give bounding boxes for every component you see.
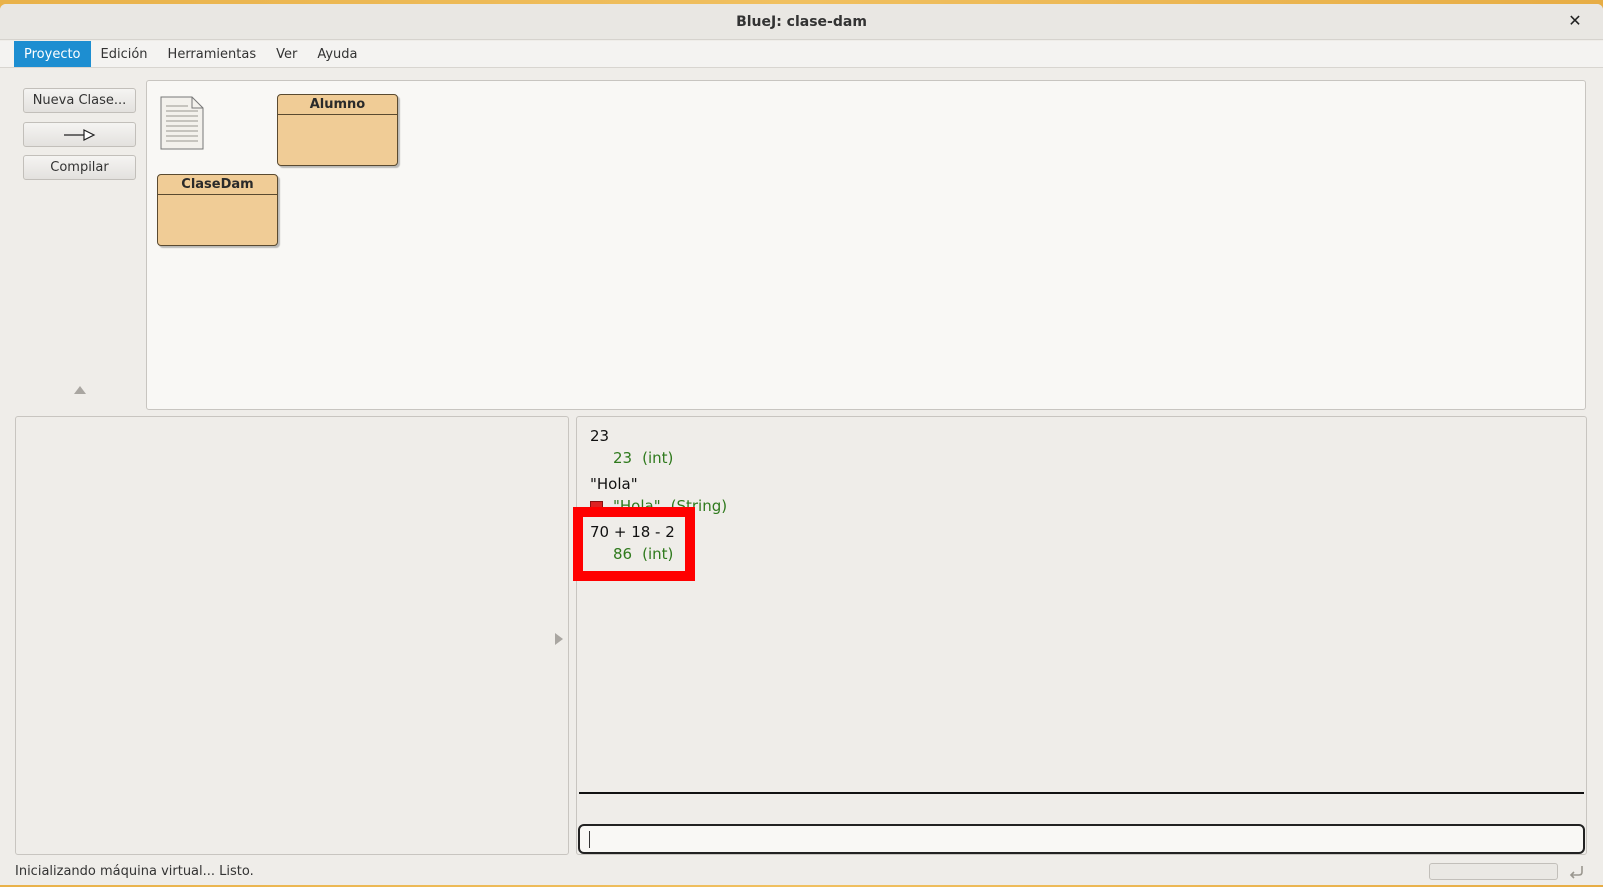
document-icon[interactable] — [160, 96, 204, 150]
highlight-box — [573, 507, 695, 581]
project-toolbar: Nueva Clase... Compilar — [14, 76, 136, 406]
text-caret — [589, 831, 590, 848]
class-diagram[interactable]: Alumno ClaseDam — [146, 80, 1586, 410]
codepad-expression: 23 — [590, 427, 610, 445]
menu-proyecto[interactable]: Proyecto — [14, 41, 91, 67]
result-value: 23 — [613, 449, 633, 467]
inheritance-arrow-button[interactable] — [23, 122, 136, 147]
menu-ver[interactable]: Ver — [266, 41, 307, 67]
class-name: ClaseDam — [158, 175, 277, 195]
class-clasedam[interactable]: ClaseDam — [157, 174, 278, 246]
menu-herramientas[interactable]: Herramientas — [158, 41, 267, 67]
new-class-button[interactable]: Nueva Clase... — [23, 88, 136, 113]
window-title: BlueJ: clase-dam — [736, 13, 867, 30]
menu-edicion[interactable]: Edición — [91, 41, 158, 67]
undo-icon[interactable] — [1566, 862, 1586, 882]
compile-button[interactable]: Compilar — [23, 155, 136, 180]
codepad-input[interactable] — [578, 824, 1585, 854]
menu-ayuda[interactable]: Ayuda — [307, 41, 367, 67]
expand-triangle-icon[interactable] — [555, 633, 563, 645]
codepad[interactable]: 23 23 (int) "Hola" "Hola" (String) 70 + 18… — [573, 416, 1587, 855]
object-bench[interactable] — [15, 416, 569, 855]
class-name: Alumno — [278, 95, 397, 115]
title-bar: BlueJ: clase-dam ✕ — [0, 4, 1603, 40]
collapse-triangle-icon[interactable] — [74, 386, 86, 394]
arrow-right-icon — [63, 128, 95, 141]
status-text: Inicializando máquina virtual... Listo. — [15, 864, 254, 879]
codepad-separator — [579, 792, 1584, 794]
class-alumno[interactable]: Alumno — [277, 94, 398, 166]
close-icon[interactable]: ✕ — [1565, 12, 1585, 32]
progress-bar — [1429, 863, 1558, 880]
codepad-expression: "Hola" — [590, 475, 638, 493]
status-bar: Inicializando máquina virtual... Listo. — [0, 860, 1603, 885]
bluej-window: BlueJ: clase-dam ✕ Proyecto Edición Herr… — [0, 4, 1603, 885]
result-type: (int) — [642, 449, 674, 467]
codepad-result: 23 (int) — [590, 447, 673, 469]
codepad-entry: 23 23 (int) — [590, 425, 673, 469]
menu-bar: Proyecto Edición Herramientas Ver Ayuda — [0, 41, 1603, 68]
